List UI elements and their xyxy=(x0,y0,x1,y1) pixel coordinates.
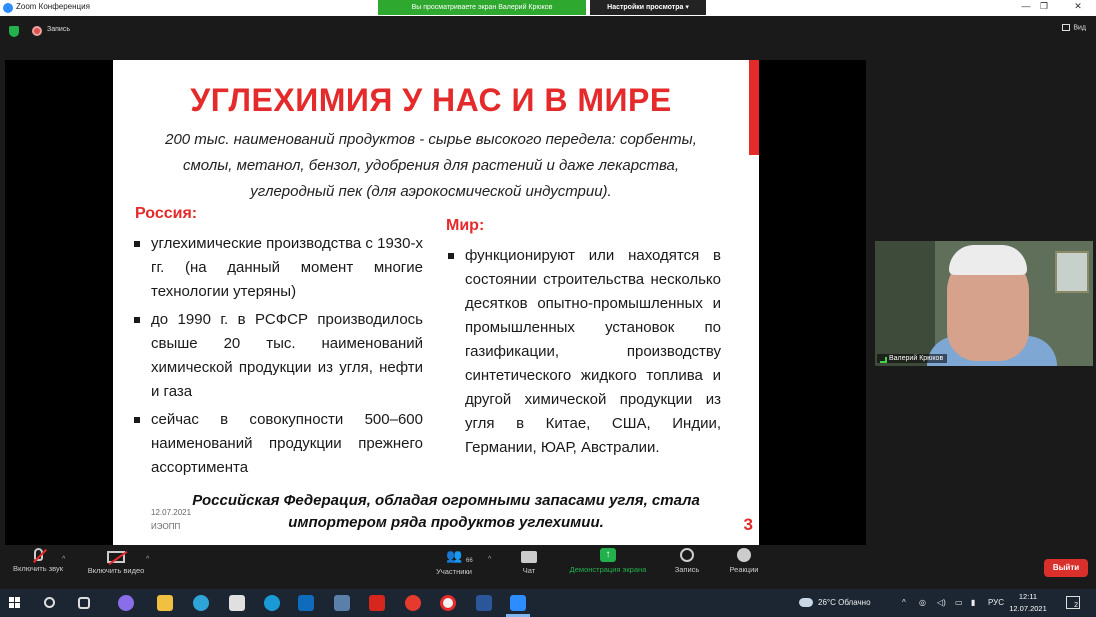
bullet-icon xyxy=(134,417,140,423)
notification-center-icon[interactable]: 2 xyxy=(1066,596,1080,609)
reactions-label: Реакции xyxy=(729,565,759,574)
close-button[interactable]: ✕ xyxy=(1070,1,1086,12)
recording-indicator-icon xyxy=(32,26,42,36)
video-background-picture xyxy=(1055,251,1089,293)
tray-app-icon[interactable]: ◎ xyxy=(919,598,926,607)
participants-options-chevron-icon[interactable]: ^ xyxy=(488,556,491,563)
participant-name-tag: Валерий Крюков xyxy=(877,354,948,363)
view-label: Вид xyxy=(1073,24,1086,32)
microphone-muted-icon xyxy=(33,548,43,561)
battery-icon[interactable]: ▮ xyxy=(971,598,975,607)
clock-date: 12.07.2021 xyxy=(1009,604,1047,613)
slide-accent-bar xyxy=(749,60,759,155)
skype-icon[interactable] xyxy=(264,595,280,611)
reactions-button[interactable]: Реакции xyxy=(724,548,764,574)
volume-icon[interactable]: ◁) xyxy=(937,598,946,607)
audio-options-chevron-icon[interactable]: ^ xyxy=(62,556,65,563)
app-icon-network[interactable] xyxy=(334,595,350,611)
russia-heading: Россия: xyxy=(135,205,198,222)
weather-cloud-icon xyxy=(799,598,813,607)
task-view-icon[interactable] xyxy=(78,597,90,609)
participants-count: 66 xyxy=(466,558,473,564)
edge-browser-icon[interactable] xyxy=(193,595,209,611)
video-background xyxy=(875,241,935,366)
security-shield-icon[interactable] xyxy=(9,26,19,37)
yandex-browser-icon[interactable] xyxy=(440,595,456,611)
world-bullet-list: функционируют или находятся в состоянии … xyxy=(445,244,721,464)
slide-page-number: 3 xyxy=(743,515,753,534)
bullet-icon xyxy=(134,241,140,247)
word-icon[interactable] xyxy=(476,595,492,611)
recording-label: Запись xyxy=(47,26,70,33)
clock-time: 12:11 xyxy=(1018,592,1038,601)
chat-button[interactable]: Чат xyxy=(516,548,542,575)
share-screen-icon: ↑ xyxy=(600,548,616,562)
start-video-label: Включить видео xyxy=(87,566,145,575)
participant-name: Валерий Крюков xyxy=(889,355,944,362)
notification-count: 2 xyxy=(1074,602,1078,609)
record-label: Запись xyxy=(674,565,700,574)
app-icon-purple[interactable] xyxy=(118,595,134,611)
meeting-top-bar: Запись Вид xyxy=(0,16,1096,50)
presentation-slide: УГЛЕХИМИЯ У НАС И В МИРЕ 200 тыс. наимен… xyxy=(113,60,759,545)
record-button[interactable]: Запись xyxy=(670,548,704,574)
slide-date: 12.07.2021 xyxy=(151,508,192,517)
leave-meeting-button[interactable]: Выйти xyxy=(1044,559,1088,577)
window-title: Zoom Конференция xyxy=(16,2,90,11)
signal-strength-icon xyxy=(880,357,887,363)
view-options-button[interactable]: Настройки просмотра ▾ xyxy=(590,0,706,15)
yandex-app-icon[interactable] xyxy=(405,595,421,611)
participant-video-tile[interactable]: Валерий Крюков xyxy=(875,241,1093,366)
minimize-button[interactable]: — xyxy=(1018,1,1034,11)
list-item: до 1990 г. в РСФСР производилось свыше 2… xyxy=(131,308,423,404)
bullet-icon xyxy=(134,317,140,323)
search-icon[interactable] xyxy=(44,597,55,608)
tray-chevron-up-icon[interactable]: ^ xyxy=(902,598,906,607)
participant-hair xyxy=(949,245,1027,275)
meeting-controls-bar: Включить звук ^ Включить видео ^ 👥 Участ… xyxy=(0,546,1096,588)
input-language[interactable]: РУС xyxy=(988,598,1004,607)
chat-icon xyxy=(521,551,537,563)
acrobat-icon[interactable] xyxy=(369,595,385,611)
network-icon[interactable]: ▭ xyxy=(955,598,963,607)
window-title-bar: Zoom Конференция Вы просматриваете экран… xyxy=(0,0,1096,16)
slide-subtitle: 200 тыс. наименований продуктов - сырье … xyxy=(165,131,697,200)
slide-title: УГЛЕХИМИЯ У НАС И В МИРЕ xyxy=(190,82,672,118)
maximize-button[interactable]: ❐ xyxy=(1036,1,1052,12)
zoom-logo-icon xyxy=(3,3,13,13)
share-screen-button[interactable]: ↑ Демонстрация экрана xyxy=(560,548,656,574)
list-item: сейчас в совокупности 500–600 наименован… xyxy=(131,408,423,480)
record-icon xyxy=(680,548,694,562)
world-heading: Мир: xyxy=(446,217,485,234)
bullet-icon xyxy=(448,253,454,259)
share-screen-label: Демонстрация экрана xyxy=(569,565,647,574)
unmute-button[interactable]: Включить звук xyxy=(6,548,70,573)
weather-text[interactable]: 26°C Облачно xyxy=(818,598,871,607)
windows-taskbar: 26°C Облачно ^ ◎ ◁) ▭ ▮ РУС 12:11 12.07.… xyxy=(0,589,1096,617)
slide-footer-statement: Российская Федерация, обладая огромными … xyxy=(192,492,700,531)
windows-start-icon[interactable] xyxy=(9,597,21,609)
mail-icon[interactable] xyxy=(298,595,314,611)
view-button[interactable]: Вид xyxy=(1062,24,1086,31)
participants-icon: 👥 xyxy=(446,548,463,563)
list-item: углехимические производства с 1930-х гг.… xyxy=(131,232,423,304)
store-icon[interactable] xyxy=(229,595,245,611)
unmute-label: Включить звук xyxy=(12,564,64,573)
screen-share-banner: Вы просматриваете экран Валерий Крюков xyxy=(378,0,586,15)
system-clock[interactable]: 12:11 12.07.2021 xyxy=(1006,591,1050,615)
camera-off-icon xyxy=(107,551,125,563)
russia-bullet-list: углехимические производства с 1930-х гг.… xyxy=(131,232,423,484)
grid-view-icon xyxy=(1062,24,1071,31)
slide-organization: ИЭОПП xyxy=(151,522,181,531)
file-explorer-icon[interactable] xyxy=(157,595,173,611)
zoom-taskbar-icon[interactable] xyxy=(510,595,526,611)
list-item: функционируют или находятся в состоянии … xyxy=(445,244,721,460)
chat-label: Чат xyxy=(522,566,536,575)
participants-label: Участники xyxy=(436,567,472,576)
start-video-button[interactable]: Включить видео xyxy=(80,548,152,575)
video-options-chevron-icon[interactable]: ^ xyxy=(146,556,149,563)
reactions-smiley-icon xyxy=(737,548,751,562)
